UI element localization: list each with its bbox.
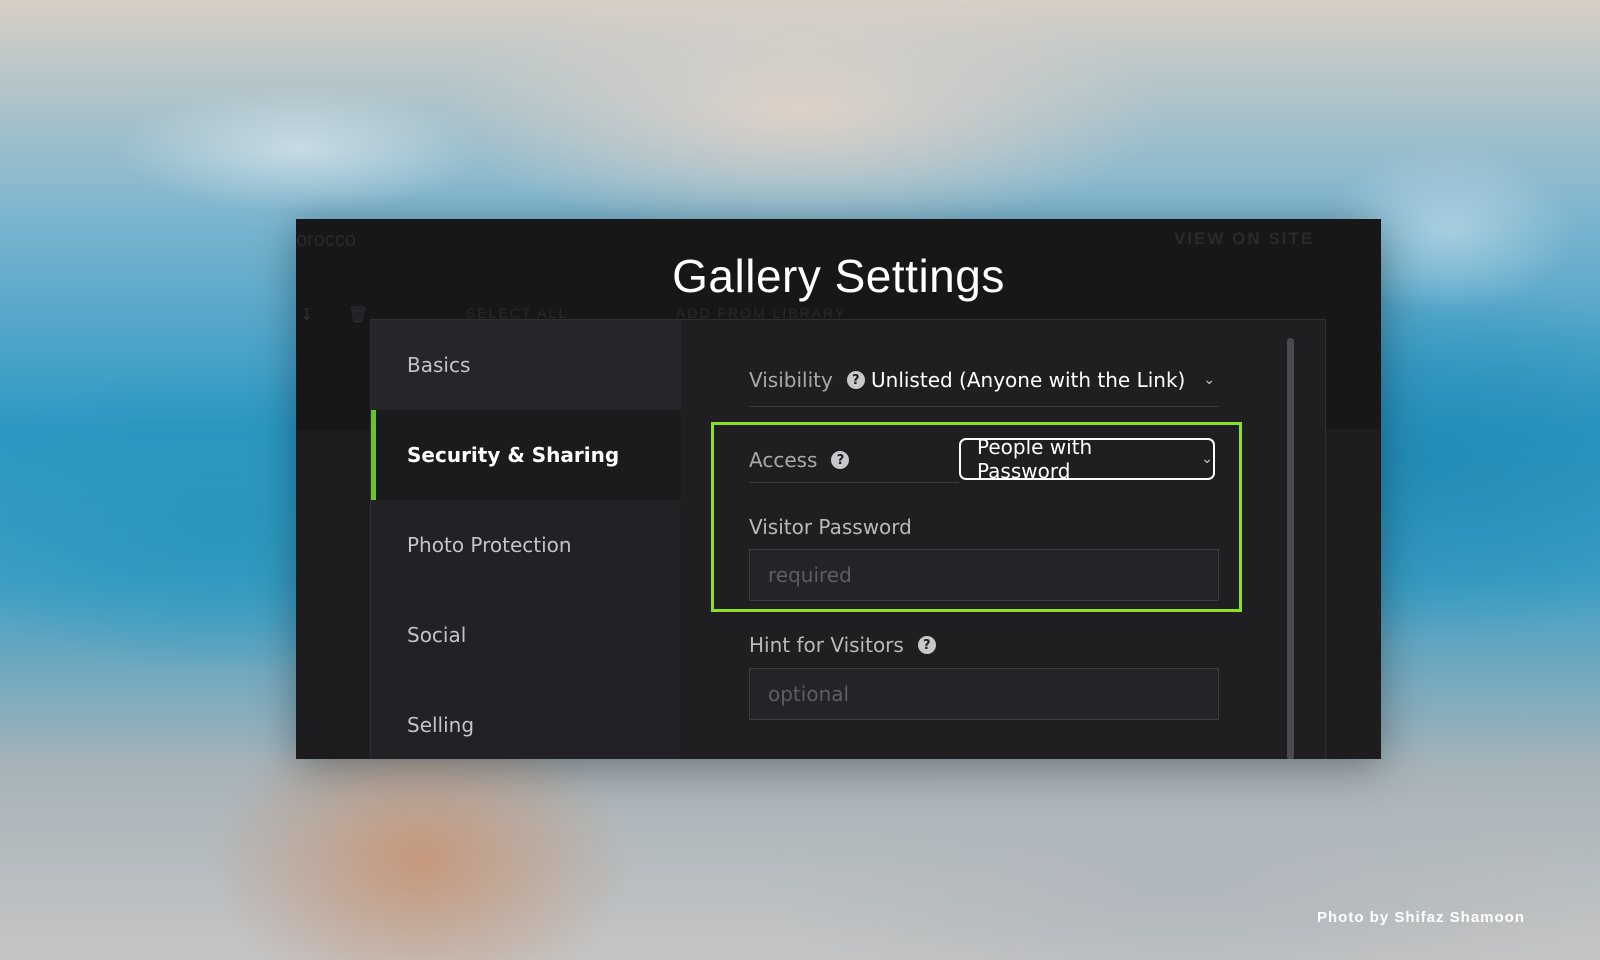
sidebar-item-selling[interactable]: Selling bbox=[371, 680, 681, 759]
settings-sidebar: Basics Security & Sharing Photo Protecti… bbox=[371, 320, 681, 759]
download-icon: ↧ bbox=[300, 305, 314, 324]
sidebar-item-label: Security & Sharing bbox=[407, 443, 620, 467]
settings-panel: Basics Security & Sharing Photo Protecti… bbox=[370, 319, 1326, 759]
backdrop-left-strip bbox=[296, 429, 370, 759]
question-icon[interactable]: ? bbox=[831, 451, 850, 469]
trash-icon: 🗑 bbox=[348, 305, 369, 324]
visibility-select[interactable]: Unlisted (Anyone with the Link) ⌄ bbox=[871, 362, 1215, 398]
modal-title: Gallery Settings bbox=[672, 250, 1005, 302]
question-icon[interactable]: ? bbox=[846, 371, 865, 389]
sidebar-item-security-sharing[interactable]: Security & Sharing bbox=[371, 410, 681, 500]
divider bbox=[749, 406, 1219, 407]
sidebar-item-label: Social bbox=[407, 623, 467, 647]
hint-label: Hint for Visitors bbox=[749, 633, 904, 657]
gallery-settings-modal: orocco VIEW ON SITE SELECT ALL ADD FROM … bbox=[296, 219, 1381, 759]
backdrop-view-on-site: VIEW ON SITE bbox=[1174, 229, 1315, 248]
access-value: People with Password bbox=[977, 435, 1093, 483]
access-label-group: Access ? bbox=[749, 442, 850, 478]
sidebar-item-label: Photo Protection bbox=[407, 533, 572, 557]
divider bbox=[749, 482, 959, 483]
hint-label-group: Hint for Visitors ? bbox=[749, 633, 936, 657]
sidebar-item-photo-protection[interactable]: Photo Protection bbox=[371, 500, 681, 590]
sidebar-item-basics[interactable]: Basics bbox=[371, 320, 681, 410]
sidebar-item-social[interactable]: Social bbox=[371, 590, 681, 680]
chevron-down-icon: ⌄ bbox=[1203, 372, 1216, 388]
visibility-label-group: Visibility ? bbox=[749, 362, 865, 398]
access-label: Access bbox=[749, 448, 818, 472]
visibility-label: Visibility bbox=[749, 368, 833, 392]
chevron-down-icon: ⌄ bbox=[1201, 451, 1213, 467]
visitor-password-input[interactable] bbox=[749, 549, 1219, 601]
backdrop-right-strip bbox=[1321, 429, 1381, 759]
settings-content: Visibility ? Unlisted (Anyone with the L… bbox=[681, 320, 1325, 759]
visitor-password-label: Visitor Password bbox=[749, 515, 912, 539]
question-icon[interactable]: ? bbox=[917, 636, 936, 654]
hint-input[interactable] bbox=[749, 668, 1219, 720]
visitor-password-label-text: Visitor Password bbox=[749, 515, 912, 539]
scrollbar[interactable] bbox=[1287, 338, 1294, 759]
sidebar-item-label: Basics bbox=[407, 353, 471, 377]
photo-credit: Photo by Shifaz Shamoon bbox=[1317, 909, 1526, 926]
access-select[interactable]: People with Password ⌄ bbox=[959, 435, 1215, 483]
visibility-value: Unlisted (Anyone with the Link) bbox=[871, 368, 1186, 392]
sidebar-item-label: Selling bbox=[407, 713, 475, 737]
